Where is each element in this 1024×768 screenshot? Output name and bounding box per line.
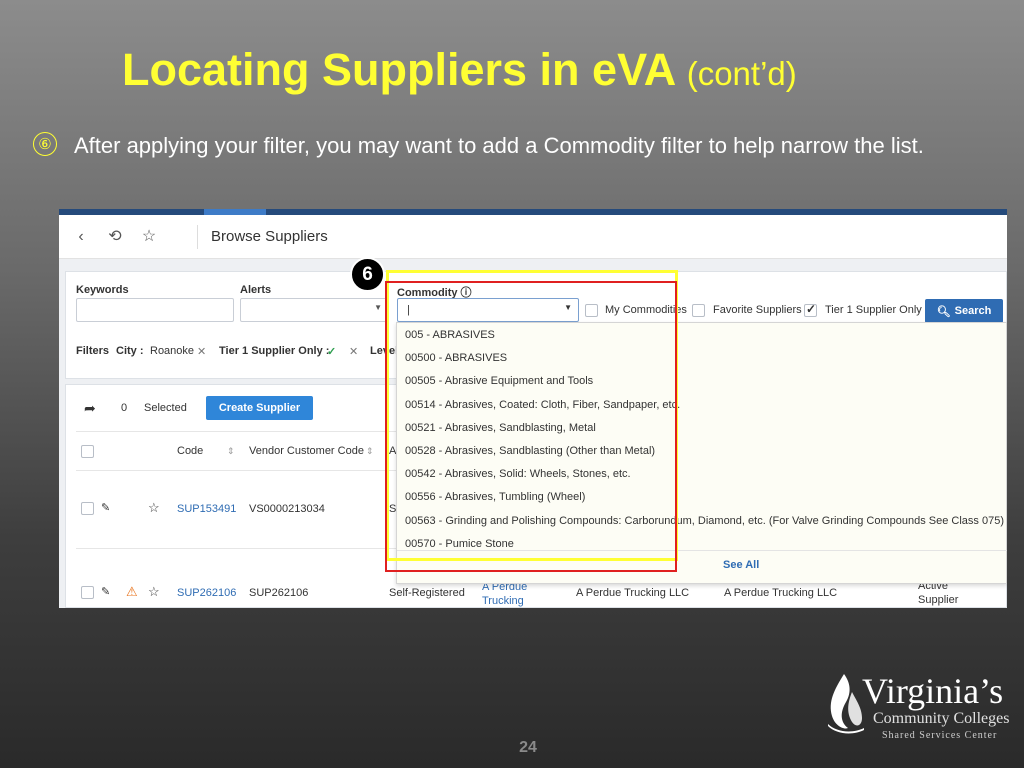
tier1-checkbox[interactable] (804, 302, 817, 317)
close-icon[interactable]: ✕ (197, 345, 206, 358)
vendor-code: SUP262106 (249, 587, 309, 599)
column-header-code[interactable]: Code (177, 445, 203, 457)
sort-icon[interactable]: ⇕ (227, 446, 235, 457)
history-icon[interactable]: ⟲ (105, 227, 125, 247)
arrow-right-icon[interactable]: ➦ (84, 400, 96, 417)
keywords-label: Keywords (76, 284, 129, 296)
star-icon[interactable]: ☆ (148, 584, 160, 600)
chevron-down-icon: ▼ (374, 303, 382, 312)
slide-title-main: Locating Suppliers in eVA (122, 44, 677, 95)
registration-type: Self-Registered (389, 587, 465, 599)
search-icon: 🔍︎ (936, 305, 951, 318)
status-supplier: Supplier (918, 594, 959, 606)
keywords-input[interactable] (76, 298, 234, 322)
supplier-name-link[interactable]: A Perdue Trucking LLC (482, 580, 542, 608)
check-icon: ✓ (327, 346, 337, 358)
tier1-chip-label: Tier 1 Supplier Only : (219, 345, 330, 357)
supplier-code-link[interactable]: SUP153491 (177, 503, 236, 515)
flame-logo-icon (828, 674, 864, 734)
logo-subtitle: Community Colleges (873, 710, 1010, 727)
row-checkbox[interactable] (81, 502, 94, 515)
step-marker: ⑥ (33, 132, 57, 156)
page-number: 24 (519, 739, 537, 756)
nav-divider (197, 225, 198, 249)
sort-icon[interactable]: ⇕ (366, 446, 374, 457)
row-checkbox[interactable] (81, 586, 94, 599)
page-title: Browse Suppliers (211, 228, 328, 245)
vendor-code: VS0000213034 (249, 503, 325, 515)
logo-tagline: Shared Services Center (882, 730, 998, 741)
applied-filters-label: Filters (76, 345, 110, 357)
logo-wordmark: Virginia’s (862, 671, 1004, 711)
favorite-suppliers-checkbox[interactable] (692, 304, 705, 317)
star-icon[interactable]: ☆ (148, 500, 160, 516)
tier1-label: Tier 1 Supplier Only (825, 304, 922, 316)
selected-label: Selected (144, 402, 187, 414)
search-button-label: Search (954, 305, 992, 317)
city-chip-label: City : (116, 345, 144, 357)
warning-icon: ⚠ (126, 584, 138, 599)
search-button[interactable]: 🔍︎ Search (925, 299, 1003, 323)
close-icon[interactable]: ✕ (349, 345, 358, 358)
edit-icon[interactable]: ✎ (101, 585, 110, 598)
supplier-dba-name: A Perdue Trucking LLC (724, 587, 838, 599)
supplier-code-link[interactable]: SUP262106 (177, 587, 236, 599)
see-all-link[interactable]: See All (723, 559, 759, 571)
selected-count: 0 (121, 402, 128, 414)
supplier-legal-name: A Perdue Trucking LLC (576, 587, 690, 599)
edit-icon[interactable]: ✎ (101, 501, 110, 514)
slide-title: Locating Suppliers in eVA (cont’d) (122, 44, 797, 96)
alerts-select[interactable]: ▼ (240, 298, 387, 322)
step-badge: 6 (350, 257, 385, 292)
column-header-vendor-code[interactable]: Vendor Customer Code (249, 445, 364, 457)
select-all-checkbox[interactable] (81, 445, 94, 458)
highlight-box-red (385, 281, 677, 572)
vccs-logo: Virginia’s Community Colleges Shared Ser… (826, 670, 1011, 745)
back-icon[interactable]: ‹ (71, 227, 91, 247)
favorite-suppliers-label: Favorite Suppliers (713, 304, 802, 316)
step-instruction: After applying your filter, you may want… (74, 133, 924, 158)
star-icon[interactable]: ☆ (139, 227, 159, 247)
city-chip-value: Roanoke (150, 345, 195, 357)
slide-title-sub: (cont’d) (686, 55, 797, 92)
browse-navbar: ‹ ⟲ ☆ Browse Suppliers (59, 215, 1007, 259)
alerts-label: Alerts (240, 284, 272, 296)
create-supplier-button[interactable]: Create Supplier (206, 396, 313, 420)
